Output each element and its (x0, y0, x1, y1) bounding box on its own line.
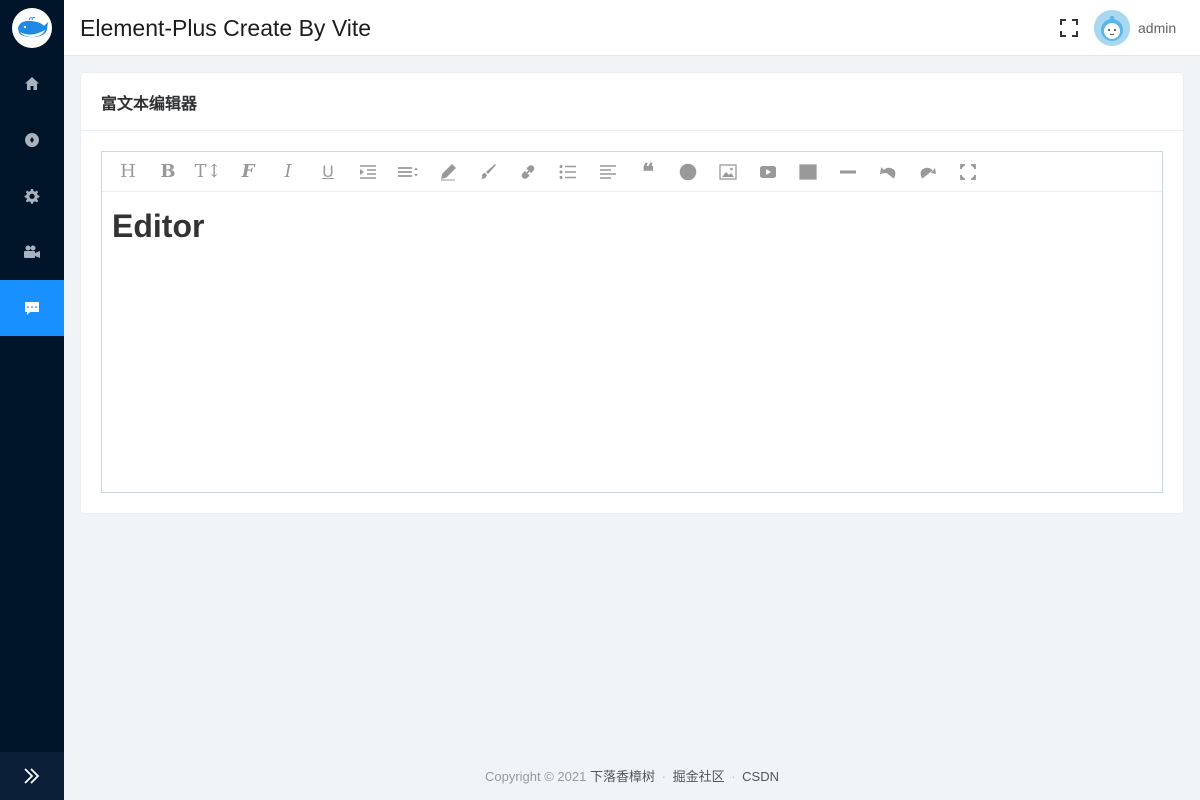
fullscreen-button[interactable] (1060, 19, 1078, 37)
chat-icon (25, 302, 39, 315)
fullscreen-icon (960, 163, 976, 180)
copyright-text: Copyright © 2021 (484, 769, 587, 784)
sidebar-item-video[interactable] (0, 224, 64, 280)
italic-icon: I (284, 161, 292, 182)
pencil-icon (441, 163, 456, 180)
undo-button[interactable] (868, 152, 908, 192)
redo-icon (920, 167, 936, 178)
avatar-image (1094, 10, 1130, 46)
footer-separator: · (661, 769, 666, 784)
heading-icon: H (120, 161, 136, 182)
undo-icon (880, 166, 896, 178)
video-play-icon (760, 165, 776, 178)
justify-button[interactable] (588, 152, 628, 192)
footer-link-juejin[interactable]: 掘金社区 (673, 769, 725, 784)
image-icon (719, 163, 737, 180)
sidebar-item-compass[interactable] (0, 112, 64, 168)
horizontal-rule-icon (840, 170, 856, 173)
footer-separator: · (731, 769, 736, 784)
footer-link-csdn[interactable]: CSDN (742, 769, 779, 784)
bold-button[interactable]: B (148, 152, 188, 192)
video-button[interactable] (748, 152, 788, 192)
gear-icon (24, 189, 40, 204)
image-button[interactable] (708, 152, 748, 192)
editor-content-area[interactable]: Editor (102, 192, 1162, 260)
footer-link-author[interactable]: 下落香樟树 (590, 769, 655, 784)
compass-icon (25, 133, 40, 147)
table-icon (799, 163, 817, 180)
font-size-button[interactable]: T↕ (188, 152, 228, 192)
text-color-button[interactable] (428, 152, 468, 192)
smile-icon (679, 163, 697, 180)
editor-card: 富文本编辑器 H B T↕ F I U ❝ Editor (80, 72, 1184, 514)
rich-text-editor: H B T↕ F I U ❝ Editor (101, 151, 1163, 493)
font-family-icon: F (241, 161, 255, 182)
font-family-button[interactable]: F (228, 152, 268, 192)
editor-toolbar: H B T↕ F I U ❝ (102, 152, 1162, 192)
double-chevron-right-icon (24, 768, 40, 784)
quote-button[interactable]: ❝ (628, 152, 668, 192)
home-icon (25, 77, 39, 90)
underline-button[interactable]: U (308, 152, 348, 192)
sidebar-item-home[interactable] (0, 56, 64, 112)
card-header: 富文本编辑器 (81, 73, 1183, 131)
sidebar-item-chat[interactable] (0, 280, 64, 336)
divider-button[interactable] (828, 152, 868, 192)
redo-button[interactable] (908, 152, 948, 192)
list-icon (559, 164, 576, 179)
heading-button[interactable]: H (108, 152, 148, 192)
fullscreen-editor-button[interactable] (948, 152, 988, 192)
paint-brush-icon (481, 163, 496, 179)
link-icon (521, 164, 535, 179)
whale-logo-icon (12, 8, 52, 48)
bold-icon: B (160, 161, 176, 182)
indent-icon (360, 164, 376, 179)
list-button[interactable] (548, 152, 588, 192)
italic-button[interactable]: I (268, 152, 308, 192)
align-left-icon (600, 164, 616, 179)
sidebar-nav (0, 56, 64, 336)
logo[interactable] (0, 0, 64, 56)
link-button[interactable] (508, 152, 548, 192)
underline-icon: U (322, 162, 334, 181)
app-title: Element-Plus Create By Vite (80, 15, 372, 41)
editor-content-heading[interactable]: Editor (112, 206, 1152, 246)
indent-button[interactable] (348, 152, 388, 192)
username[interactable]: admin (1138, 20, 1176, 36)
font-size-icon: T↕ (194, 161, 222, 182)
background-color-button[interactable] (468, 152, 508, 192)
card-title: 富文本编辑器 (101, 95, 198, 113)
footer: Copyright © 2021 下落香樟树 · 掘金社区 · CSDN (64, 766, 1200, 785)
video-camera-icon (24, 245, 40, 258)
top-header: Element-Plus Create By Vite admin (64, 0, 1200, 56)
sidebar (0, 0, 64, 800)
avatar[interactable] (1094, 10, 1130, 46)
table-button[interactable] (788, 152, 828, 192)
line-height-button[interactable] (388, 152, 428, 192)
sidebar-item-settings[interactable] (0, 168, 64, 224)
sidebar-collapse-button[interactable] (0, 752, 64, 800)
quote-icon: ❝ (642, 158, 654, 185)
fullscreen-icon (1060, 19, 1078, 37)
emoticon-button[interactable] (668, 152, 708, 192)
line-height-icon (398, 166, 418, 177)
